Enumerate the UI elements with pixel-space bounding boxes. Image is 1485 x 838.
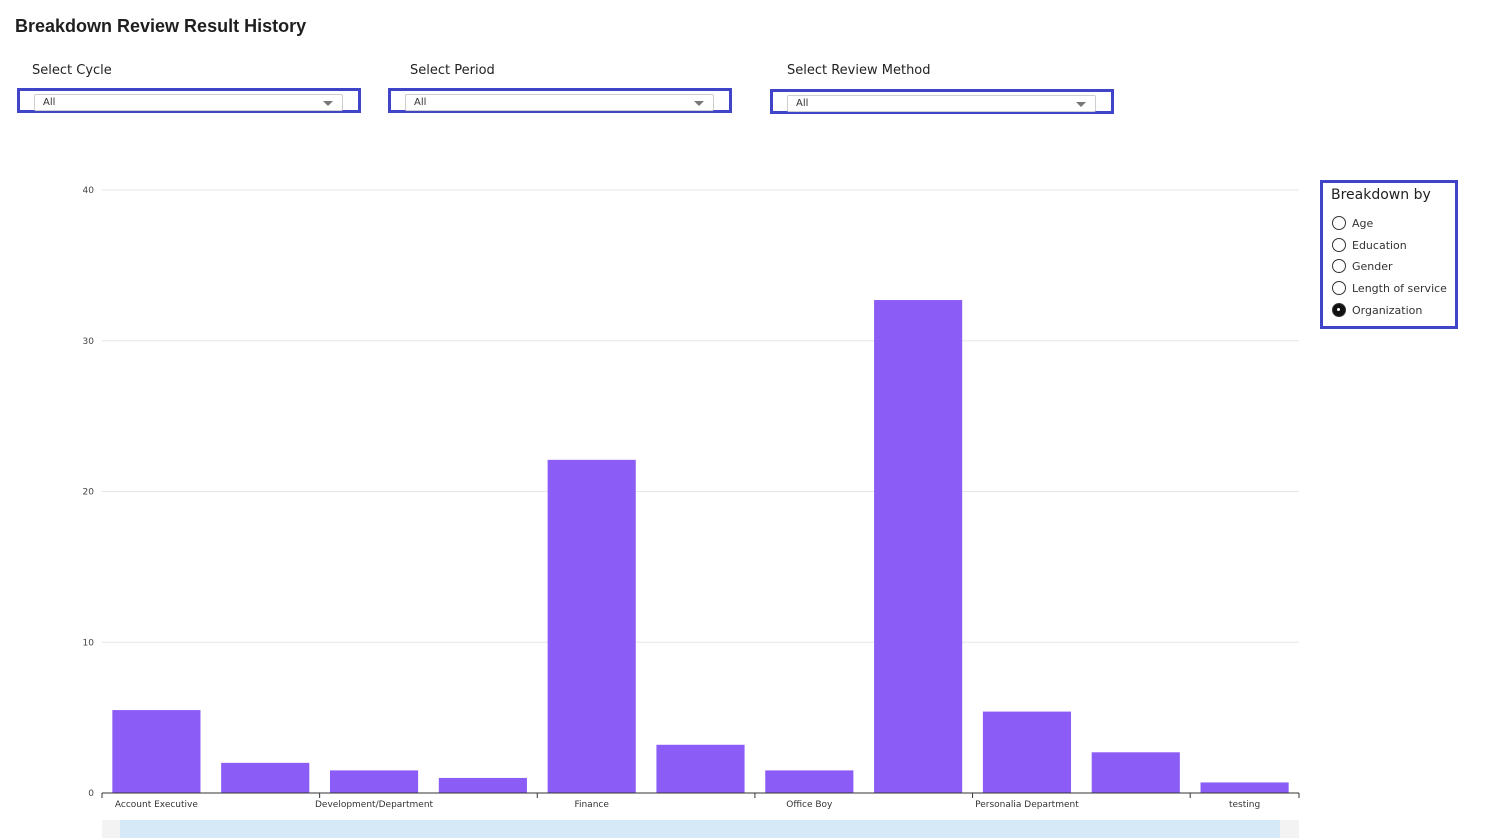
bar: [112, 710, 201, 793]
breakdown-panel: Breakdown by Age Education Gender Length…: [1320, 180, 1458, 329]
y-tick-label: 20: [83, 488, 95, 498]
bar: [656, 744, 745, 793]
bar: [329, 770, 419, 793]
x-tick-label: Office Boy: [786, 800, 833, 810]
bar-chart: 0 10 20 30 40 Account Executive Development/De…: [83, 186, 1300, 810]
bar: [547, 459, 636, 793]
y-tick-label: 10: [83, 638, 95, 648]
radio-label-education: Education: [1352, 239, 1407, 252]
chart-scrollbar-thumb[interactable]: [120, 820, 1280, 838]
x-tick-label: testing: [1229, 800, 1260, 810]
radio-label-age: Age: [1352, 217, 1374, 230]
y-tick-label: 30: [83, 337, 95, 347]
radio-label-organization: Organization: [1352, 304, 1423, 317]
bar: [438, 777, 527, 793]
radio-circle-age[interactable]: [1332, 216, 1346, 230]
x-tick-label: Account Executive: [115, 800, 198, 810]
y-tick-label: 40: [83, 186, 95, 196]
chart-scrollbar[interactable]: [102, 820, 1299, 838]
breakdown-title: Breakdown by: [1331, 187, 1431, 203]
bar: [221, 762, 310, 793]
bar: [982, 711, 1072, 793]
radio-label-length-of-service: Length of service: [1352, 282, 1447, 295]
radio-circle-organization[interactable]: [1332, 303, 1346, 317]
bar: [1200, 782, 1289, 793]
x-tick-label: Personalia Department: [975, 800, 1079, 810]
radio-circle-education[interactable]: [1332, 238, 1346, 252]
bar: [765, 770, 854, 793]
bar: [874, 300, 963, 793]
radio-label-gender: Gender: [1352, 260, 1393, 273]
y-tick-label: 0: [88, 789, 94, 799]
x-tick-label: Finance: [574, 800, 609, 810]
radio-circle-gender[interactable]: [1332, 259, 1346, 273]
bar: [1091, 752, 1180, 793]
radio-circle-length-of-service[interactable]: [1332, 281, 1346, 295]
x-tick-label: Development/Department: [315, 800, 434, 810]
